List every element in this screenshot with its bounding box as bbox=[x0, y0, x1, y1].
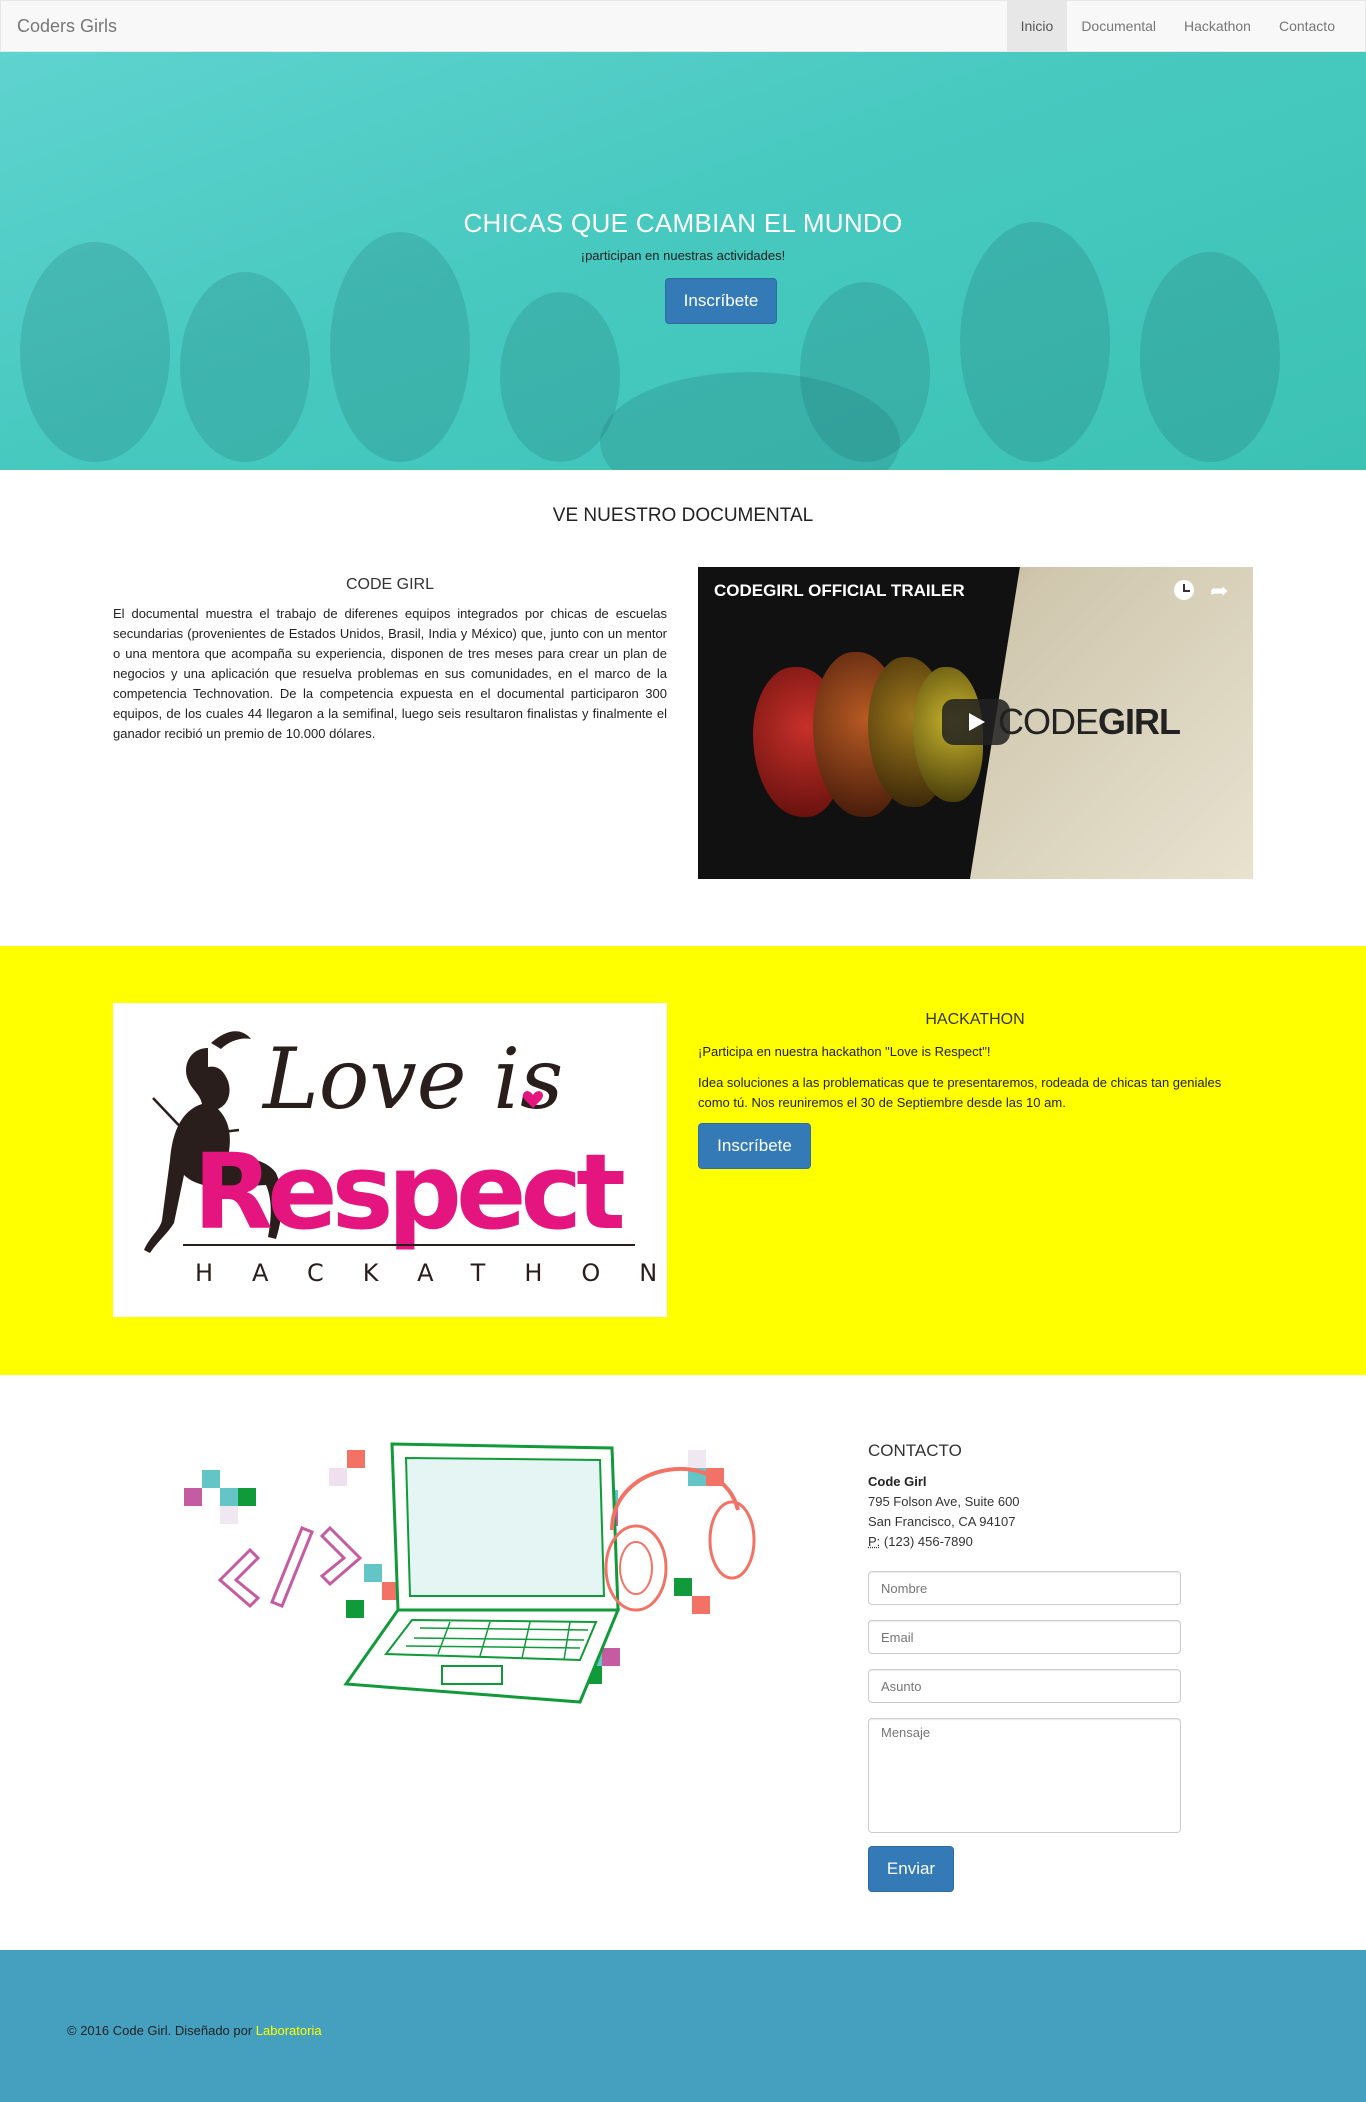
video-logo: CODEGIRL bbox=[998, 701, 1181, 742]
hackathon-logo-graphic: Love is Respect HACKATHON bbox=[144, 1030, 667, 1287]
hackathon-section: Love is Respect HACKATHON HACKATHON ¡Par… bbox=[0, 946, 1366, 1375]
laptop-screen-shape bbox=[404, 1456, 606, 1597]
headphone-cup-shape bbox=[708, 1500, 756, 1580]
pixel-square bbox=[329, 1468, 347, 1486]
hero-signup-button[interactable]: Inscríbete bbox=[665, 278, 777, 324]
logo-line-respect: Respect bbox=[193, 1131, 624, 1253]
pixel-square bbox=[184, 1488, 202, 1506]
name-input[interactable] bbox=[868, 1571, 1181, 1605]
hero-subtitle: ¡participan en nuestras actividades! bbox=[580, 248, 786, 263]
documental-section-title: VE NUESTRO DOCUMENTAL bbox=[552, 505, 814, 526]
send-button[interactable]: Enviar bbox=[868, 1846, 954, 1892]
phone-number: (123) 456-7890 bbox=[883, 1534, 973, 1549]
hero-bg-shape bbox=[180, 272, 310, 462]
hero-title: CHICAS QUE CAMBIAN EL MUNDO bbox=[463, 208, 903, 238]
hackathon-intro: ¡Participa en nuestra hackathon "Love is… bbox=[698, 1044, 991, 1059]
pixel-square bbox=[202, 1470, 220, 1488]
nav-item-inicio[interactable]: Inicio bbox=[1006, 1, 1068, 53]
hero-banner: CHICAS QUE CAMBIAN EL MUNDO ¡participan … bbox=[0, 52, 1366, 470]
pixel-square bbox=[346, 1600, 364, 1618]
pixel-square bbox=[602, 1648, 620, 1666]
video-player[interactable]: CODEGIRL CODEGIRL OFFICIAL TRAILER ➦ bbox=[698, 567, 1253, 879]
hackathon-description: Idea soluciones a las problematicas que … bbox=[698, 1075, 1222, 1110]
nav-item-documental[interactable]: Documental bbox=[1067, 1, 1170, 53]
laptop-illustration-graphic bbox=[184, 1442, 756, 1704]
video-title[interactable]: CODEGIRL OFFICIAL TRAILER bbox=[714, 581, 965, 601]
hero-bg-shape bbox=[1140, 252, 1280, 462]
laptop-illustration bbox=[180, 1440, 850, 1710]
subject-input[interactable] bbox=[868, 1669, 1181, 1703]
footer-link-laboratoria[interactable]: Laboratoria bbox=[256, 2023, 322, 2038]
logo-line-love-is: Love is bbox=[261, 1030, 563, 1128]
share-icon[interactable]: ➦ bbox=[1210, 578, 1228, 604]
nav-item-contacto[interactable]: Contacto bbox=[1265, 1, 1349, 53]
pixel-square bbox=[220, 1506, 238, 1524]
phone-label: P: bbox=[868, 1534, 881, 1549]
bracket-right-shape bbox=[319, 1525, 363, 1587]
pixel-square bbox=[692, 1596, 710, 1614]
documental-text: El documental muestra el trabajo de dife… bbox=[113, 606, 667, 741]
slash-shape bbox=[270, 1526, 314, 1608]
play-button[interactable] bbox=[942, 699, 1010, 745]
contact-company: Code Girl bbox=[868, 1474, 927, 1489]
hero-bg-shape bbox=[330, 232, 470, 462]
email-input[interactable] bbox=[868, 1620, 1181, 1654]
contact-address-line1: 795 Folson Ave, Suite 600 bbox=[868, 1494, 1020, 1509]
logo-line-hackathon: HACKATHON bbox=[195, 1259, 667, 1287]
navbar: Coders Girls Inicio Documental Hackathon… bbox=[0, 0, 1366, 53]
contact-heading: CONTACTO bbox=[868, 1441, 962, 1460]
pixel-square bbox=[220, 1488, 238, 1506]
hackathon-signup-button[interactable]: Inscríbete bbox=[698, 1123, 811, 1169]
hero-bg-shape bbox=[20, 242, 170, 462]
bracket-left-shape bbox=[217, 1547, 261, 1609]
headphone-cup-inner-shape bbox=[619, 1541, 653, 1595]
hackathon-heading: HACKATHON bbox=[925, 1011, 1025, 1028]
brand-link[interactable]: Coders Girls bbox=[17, 16, 117, 37]
pixel-square bbox=[364, 1564, 382, 1582]
footer-copyright: © 2016 Code Girl. Diseñado por Laborator… bbox=[67, 2023, 322, 2038]
contact-phone: P: (123) 456-7890 bbox=[868, 1534, 973, 1549]
documental-heading: CODE GIRL bbox=[345, 576, 434, 593]
pixel-square bbox=[238, 1488, 256, 1506]
message-textarea[interactable] bbox=[868, 1718, 1181, 1833]
nav-item-hackathon[interactable]: Hackathon bbox=[1170, 1, 1265, 53]
nav-menu: Inicio Documental Hackathon Contacto bbox=[1006, 1, 1349, 53]
contact-address-line2: San Francisco, CA 94107 bbox=[868, 1514, 1016, 1529]
footer: © 2016 Code Girl. Diseñado por Laborator… bbox=[0, 1950, 1366, 2102]
footer-text: © 2016 Code Girl. Diseñado por bbox=[67, 2023, 256, 2038]
love-is-respect-logo: Love is Respect HACKATHON bbox=[113, 1003, 667, 1317]
pixel-square bbox=[347, 1450, 365, 1468]
pixel-square bbox=[674, 1578, 692, 1596]
ponytail-shape bbox=[211, 1031, 251, 1049]
pixel-square bbox=[688, 1450, 706, 1468]
watch-later-icon[interactable] bbox=[1174, 580, 1194, 600]
